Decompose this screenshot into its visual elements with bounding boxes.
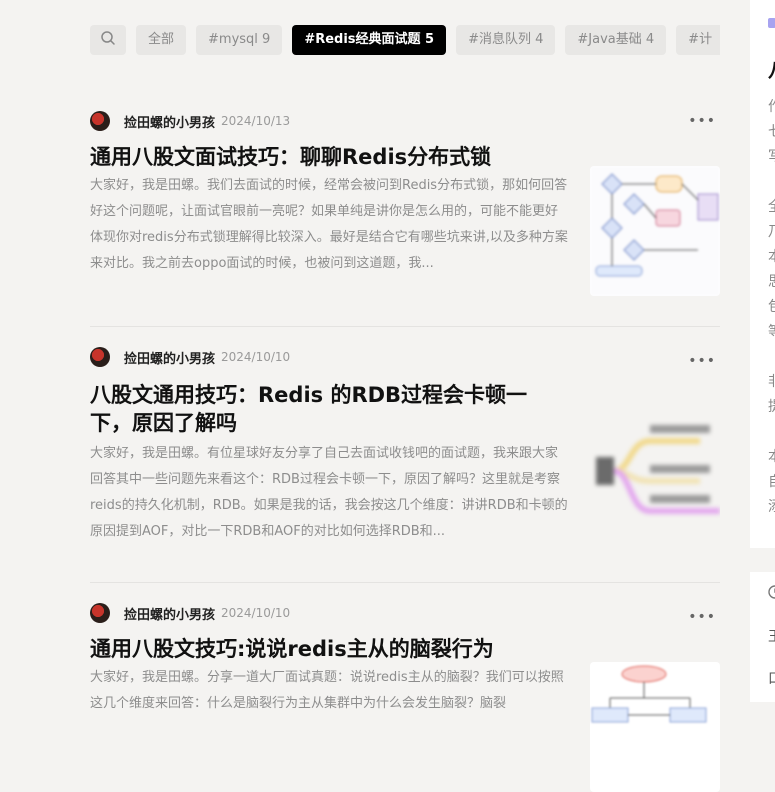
article-meta: 捡田螺的小男孩 2024/10/13 [90,109,720,133]
more-options-icon[interactable]: ••• [688,353,716,369]
author-name[interactable]: 捡田螺的小男孩 [124,604,215,623]
article-summary: 大家好，我是田螺。有位星球好友分享了自己去面试收钱吧的面试题，我来跟大家回答其中… [90,446,568,539]
tag-java[interactable]: #Java基础 4 [565,25,667,55]
article-summary: 大家好，我是田螺。分享一道大厂面试真题：说说redis主从的脑裂？我们可以按照这… [90,670,564,711]
author-name[interactable]: 捡田螺的小男孩 [124,112,215,131]
search-button[interactable] [90,25,126,55]
article-title[interactable]: 八股文通用技巧：Redis 的RDB过程会卡顿一下，原因了解吗 [90,381,550,437]
tag-mysql[interactable]: #mysql 9 [196,25,283,55]
article-meta: 捡田螺的小男孩 2024/10/10 [90,601,720,625]
article-thumbnail[interactable] [590,662,720,792]
panel-text-char: 全 [768,196,775,216]
clock-icon [768,584,775,603]
tag-filter-bar: 全部 #mysql 9 #Redis经典面试题 5 #消息队列 4 #Java基… [90,25,720,55]
panel-text-char: 包 [768,296,775,316]
article-title[interactable]: 通用八股文技巧:说说redis主从的脑裂行为 [90,635,570,663]
panel-text-char: 思 [768,271,775,291]
panel-text-char: 写 [768,146,775,166]
avatar[interactable] [90,347,110,367]
panel-text-char: 乃 [768,221,775,241]
publish-date: 2024/10/10 [221,350,291,364]
tag-all[interactable]: 全部 [136,25,187,55]
right-sidebar-panel: 八 作 七 写 全 乃 本 思 包 等 非 提 本 自 添 [750,0,775,548]
panel-text-char: 本 [768,246,775,266]
article-card[interactable]: 捡田螺的小男孩 2024/10/10 ••• 八股文通用技巧：Redis 的RD… [90,345,720,583]
more-options-icon[interactable]: ••• [688,609,716,625]
article-card[interactable]: 捡田螺的小男孩 2024/10/13 ••• 通用八股文面试技巧：聊聊Redis… [90,109,720,327]
article-thumbnail[interactable] [590,166,720,296]
panel-text-char: 等 [768,321,775,341]
badge-icon [768,18,775,28]
article-meta: 捡田螺的小男孩 2024/10/10 [90,345,720,369]
panel-text-char: 添 [768,496,775,516]
avatar[interactable] [90,111,110,131]
panel-text-char: 作 [768,96,775,116]
panel-text-char: 自 [768,471,775,491]
tag-mq[interactable]: #消息队列 4 [456,25,556,55]
publish-date: 2024/10/10 [221,606,291,620]
panel-text-char: 非 [768,371,775,391]
panel-text-char: 王 [768,626,775,646]
panel-text-char: 口 [768,668,775,688]
avatar[interactable] [90,603,110,623]
panel-heading: 八 [768,54,775,83]
more-options-icon[interactable]: ••• [688,113,716,129]
panel-text-char: 七 [768,121,775,141]
tag-more[interactable]: #计 [676,25,720,55]
panel-text-char: 本 [768,446,775,466]
search-icon [100,30,116,50]
panel-text-char: 提 [768,396,775,416]
article-thumbnail[interactable] [590,407,720,537]
author-name[interactable]: 捡田螺的小男孩 [124,348,215,367]
article-summary: 大家好，我是田螺。我们去面试的时候，经常会被问到Redis分布式锁，那如何回答好… [90,178,568,271]
article-card[interactable]: 捡田螺的小男孩 2024/10/10 ••• 通用八股文技巧:说说redis主从… [90,601,720,792]
tag-redis[interactable]: #Redis经典面试题 5 [292,25,447,55]
article-title[interactable]: 通用八股文面试技巧：聊聊Redis分布式锁 [90,143,570,171]
right-sidebar-panel-lower: 王 口 [750,572,775,702]
article-feed: 捡田螺的小男孩 2024/10/13 ••• 通用八股文面试技巧：聊聊Redis… [90,95,720,792]
publish-date: 2024/10/13 [221,114,291,128]
